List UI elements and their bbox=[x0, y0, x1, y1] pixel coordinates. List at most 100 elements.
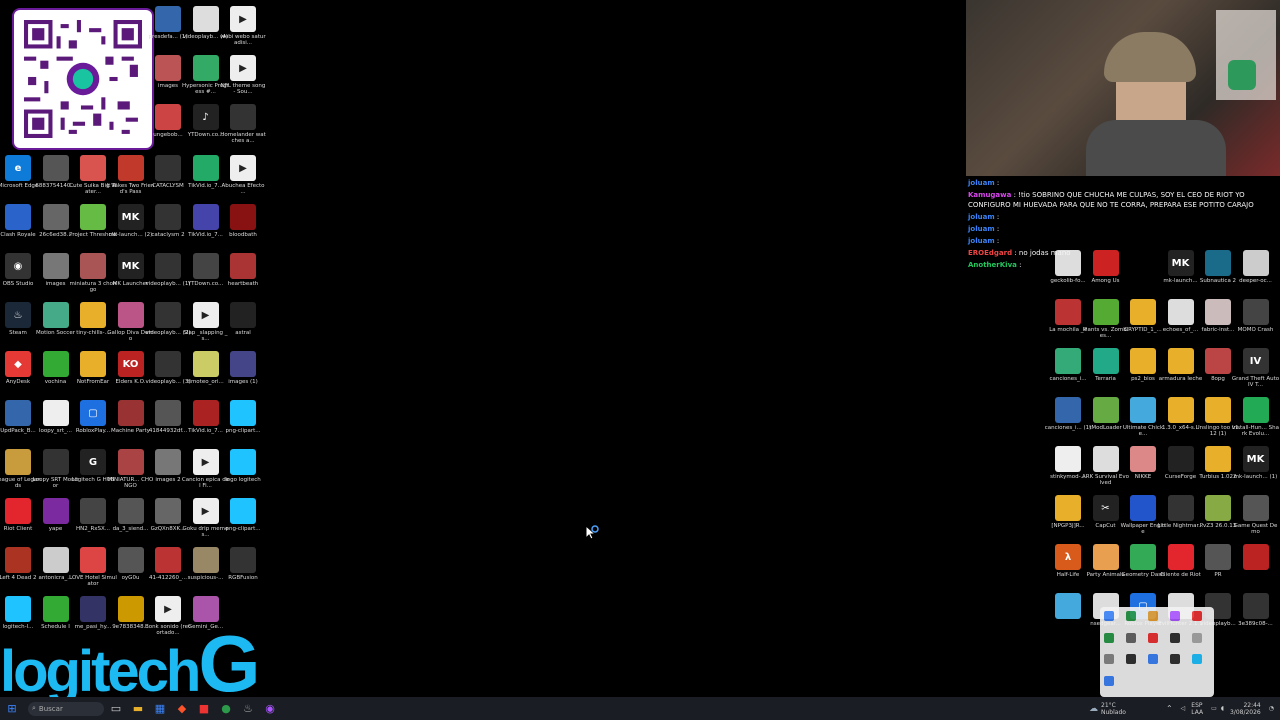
input-layout[interactable]: LAA bbox=[1191, 709, 1203, 716]
chat-message: joluam : bbox=[968, 224, 1268, 234]
app-icon bbox=[117, 498, 144, 524]
desktop-icon[interactable]: Install-Hun... Shark Evolu... bbox=[1232, 397, 1280, 445]
chat-username[interactable]: joluam bbox=[968, 179, 995, 187]
volume-icon[interactable]: ◁ bbox=[1181, 705, 1186, 712]
app-icon bbox=[1130, 495, 1156, 521]
app-icon bbox=[192, 55, 219, 81]
desktop-icon-label: deeper-oc... bbox=[1239, 278, 1272, 284]
weather-icon[interactable]: ☁ bbox=[1089, 704, 1098, 714]
taskbar-search[interactable]: ⌕ Buscar bbox=[28, 701, 104, 716]
speaker-icon[interactable]: ◖ bbox=[1221, 705, 1224, 712]
chat-text: : bbox=[994, 213, 1000, 221]
tray-overflow-panel[interactable] bbox=[1100, 607, 1214, 697]
network-icon[interactable]: ▭ bbox=[1211, 705, 1217, 712]
app-icon bbox=[155, 253, 181, 279]
app-icon bbox=[1167, 397, 1194, 423]
desktop-icon-label: astral bbox=[235, 330, 251, 336]
app-icon bbox=[155, 547, 181, 573]
app-icon bbox=[42, 204, 69, 230]
input-language[interactable]: ESP bbox=[1191, 702, 1203, 709]
app-icon bbox=[1130, 299, 1156, 325]
capture-icon[interactable]: ■ bbox=[194, 699, 214, 719]
chat-username[interactable]: EROEdgard bbox=[968, 249, 1012, 257]
app-icon bbox=[230, 253, 256, 279]
chat-message: EROEdgard : no jodas mano bbox=[968, 248, 1268, 258]
steam-icon[interactable]: ♨ bbox=[238, 699, 258, 719]
desktop-icon[interactable]: astral bbox=[219, 302, 267, 350]
desktop-icon[interactable]: logo logitech bbox=[219, 449, 267, 497]
app-icon bbox=[42, 547, 69, 573]
app-icon bbox=[192, 400, 219, 426]
app-icon bbox=[1167, 299, 1194, 325]
app-icon bbox=[1130, 348, 1156, 374]
app-icon bbox=[1205, 544, 1231, 570]
app-icon: ◆ bbox=[5, 351, 31, 377]
desktop-icon[interactable]: RGBFusion bbox=[219, 547, 267, 595]
app-icon bbox=[230, 498, 256, 524]
chat-username[interactable]: Kamugawa bbox=[968, 191, 1011, 199]
app-icon bbox=[230, 302, 256, 328]
weather-desc[interactable]: Nublado bbox=[1101, 709, 1126, 716]
notification-bell-icon[interactable]: ◔ bbox=[1269, 705, 1274, 712]
chat-message: joluam : bbox=[968, 236, 1268, 246]
app-icon bbox=[1092, 446, 1119, 472]
app-icon bbox=[42, 400, 69, 426]
app-icon bbox=[155, 204, 181, 230]
app-icon bbox=[117, 155, 144, 181]
desktop-icon[interactable]: ▶ webi webo saturadisi... bbox=[219, 6, 267, 54]
app-icon bbox=[5, 400, 31, 426]
chat-username[interactable]: joluam bbox=[968, 237, 995, 245]
desktop-icon[interactable]: images (1) bbox=[219, 351, 267, 399]
file-explorer-icon[interactable]: ▬ bbox=[128, 699, 148, 719]
clock[interactable]: 22:44 3/08/2026 bbox=[1230, 702, 1261, 716]
app-icon bbox=[1242, 544, 1269, 570]
desktop-icon[interactable]: bloodbath bbox=[219, 204, 267, 252]
desktop-icon-label: webi webo saturadisi... bbox=[220, 34, 266, 46]
desktop-icon[interactable]: 3e389c08-... bbox=[1232, 593, 1280, 641]
app-icon bbox=[42, 253, 69, 279]
desktop-icon[interactable]: IV Grand Theft Auto IV T... bbox=[1232, 348, 1280, 396]
chrome-icon[interactable]: ● bbox=[216, 699, 236, 719]
app-icon bbox=[42, 351, 69, 377]
brave-icon[interactable]: ◆ bbox=[172, 699, 192, 719]
desktop-icon[interactable]: Game Quest Demo bbox=[1232, 495, 1280, 543]
tray-chevron-icon[interactable]: ⌃ bbox=[1166, 704, 1173, 713]
mouse-cursor-icon bbox=[585, 525, 599, 540]
desktop-icon[interactable]: ▶ Abuchea Efecto ... bbox=[219, 155, 267, 203]
app-icon bbox=[80, 155, 106, 181]
chat-username[interactable]: joluam bbox=[968, 225, 995, 233]
app-icon: ♨ bbox=[5, 302, 31, 328]
app-icon bbox=[1205, 299, 1231, 325]
desktop-icon[interactable]: ▶ NFL theme song - Sou... bbox=[219, 55, 267, 103]
app-icon bbox=[192, 351, 219, 377]
desktop-icon[interactable] bbox=[1232, 544, 1280, 592]
chat-username[interactable]: joluam bbox=[968, 213, 995, 221]
task-view-icon[interactable]: ▭ bbox=[106, 699, 126, 719]
app-icon bbox=[117, 449, 144, 475]
app-icon: MK bbox=[1242, 446, 1269, 472]
desktop-icon[interactable]: png-clipart... bbox=[219, 498, 267, 546]
app-icon bbox=[80, 498, 106, 524]
app-icon: MK bbox=[117, 204, 144, 230]
gamebar-icon[interactable]: ◉ bbox=[260, 699, 280, 719]
clock-date: 3/08/2026 bbox=[1229, 708, 1261, 716]
desktop-icon-label: RGBFusion bbox=[228, 575, 258, 581]
app-icon: KO bbox=[117, 351, 144, 377]
chat-username[interactable]: AnotherKiva bbox=[968, 261, 1017, 269]
chat-message: AnotherKiva : bbox=[968, 260, 1268, 270]
desktop-icon[interactable]: heartbeath bbox=[219, 253, 267, 301]
app-icon bbox=[155, 55, 181, 81]
desktop-icon[interactable]: MOMO Crash bbox=[1232, 299, 1280, 347]
app-icon bbox=[42, 498, 69, 524]
app-icon bbox=[1167, 495, 1194, 521]
desktop-icon[interactable]: png-clipart... bbox=[219, 400, 267, 448]
desktop-icon[interactable]: Homelander watches a... bbox=[219, 104, 267, 152]
desktop-icon[interactable]: MK mk-launch... (1) bbox=[1232, 446, 1280, 494]
app-icon: ▶ bbox=[230, 155, 256, 181]
store-icon[interactable]: ▦ bbox=[150, 699, 170, 719]
app-icon bbox=[155, 302, 181, 328]
chat-message: Kamugawa : !tio SOBRINO QUE CHUCHA ME CU… bbox=[968, 190, 1268, 210]
app-icon bbox=[1130, 446, 1156, 472]
start-icon[interactable]: ⊞ bbox=[2, 699, 22, 719]
weather-temp[interactable]: 21°C bbox=[1101, 702, 1126, 709]
